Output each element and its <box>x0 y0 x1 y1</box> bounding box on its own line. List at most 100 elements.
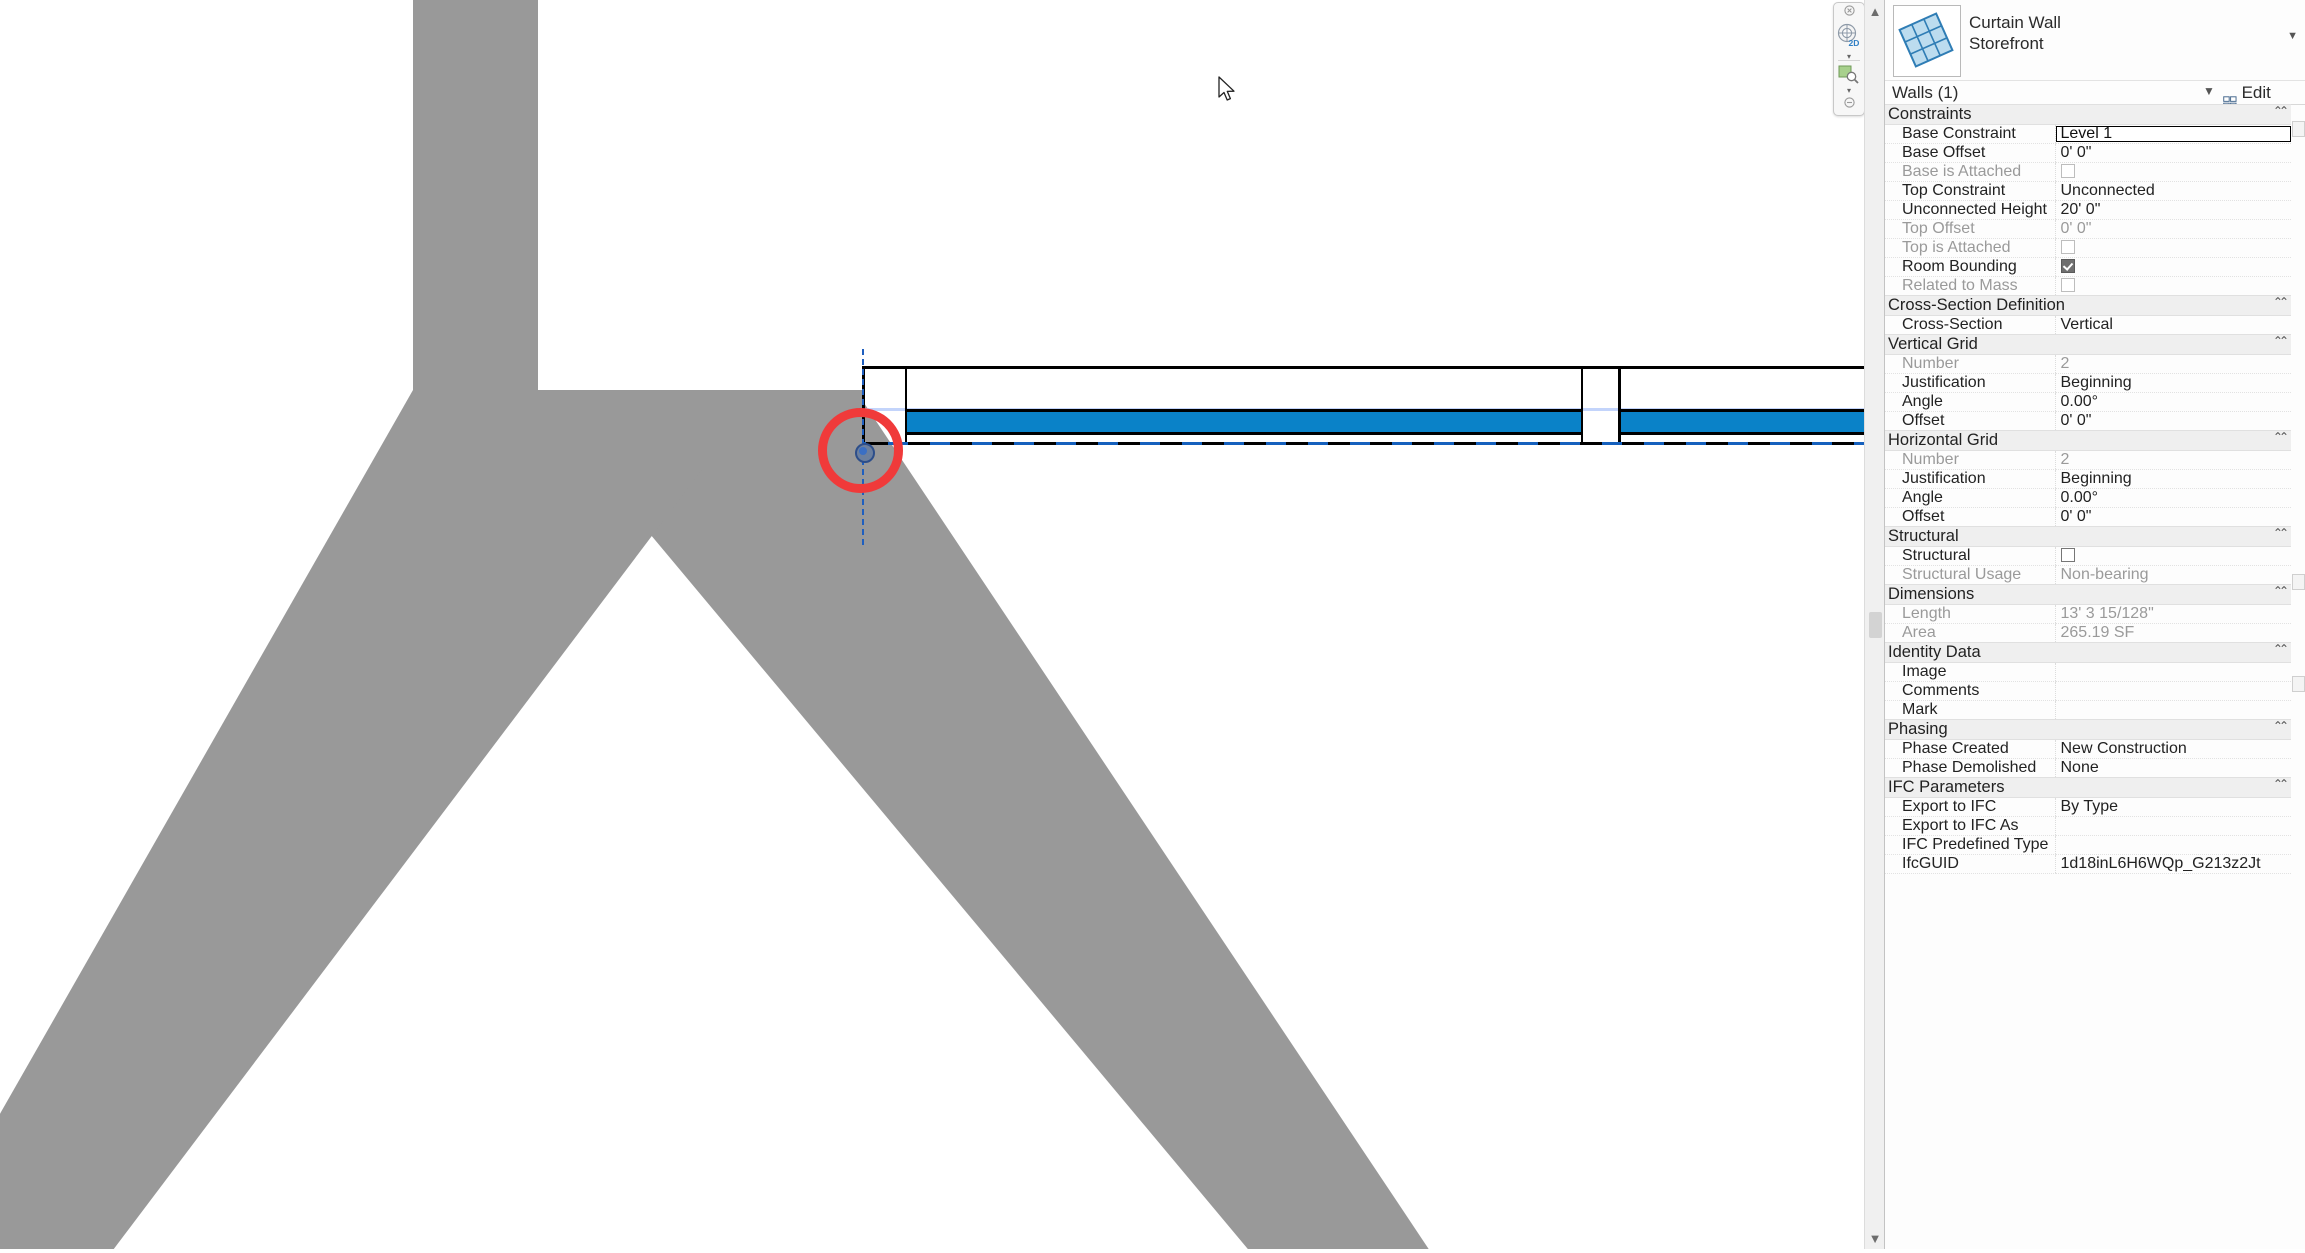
collapse-chevron-icon[interactable]: ⌃⌃ <box>2273 719 2289 733</box>
property-value-related-to-mass[interactable] <box>2054 276 2292 296</box>
checkbox-related-to-mass[interactable] <box>2060 278 2075 292</box>
collapse-chevron-icon[interactable]: ⌃⌃ <box>2273 526 2289 540</box>
property-value-structural[interactable] <box>2054 546 2292 566</box>
property-group-cross-section-definition[interactable]: Cross-Section Definition ⌃⌃ <box>1885 295 2292 316</box>
property-row[interactable]: Top Offset 0' 0" <box>1885 219 2292 239</box>
property-value-top-constraint[interactable]: Unconnected <box>2054 181 2292 201</box>
property-value-angle[interactable]: 0.00° <box>2054 488 2292 508</box>
property-value-top-is-attached[interactable] <box>2054 238 2292 258</box>
property-group-identity-data[interactable]: Identity Data ⌃⌃ <box>1885 642 2292 663</box>
property-row[interactable]: Comments <box>1885 681 2292 701</box>
property-value-offset[interactable]: 0' 0" <box>2054 507 2292 527</box>
property-group-horizontal-grid[interactable]: Horizontal Grid ⌃⌃ <box>1885 430 2292 451</box>
property-row[interactable]: Cross-Section Vertical <box>1885 315 2292 335</box>
property-group-dimensions[interactable]: Dimensions ⌃⌃ <box>1885 584 2292 605</box>
property-value-base-constraint[interactable]: Level 1 <box>2054 124 2292 144</box>
property-value-number[interactable]: 2 <box>2054 354 2292 374</box>
property-row[interactable]: Structural <box>1885 546 2292 566</box>
property-row[interactable]: Base Constraint Level 1 <box>1885 124 2292 144</box>
row-side-button-base-offset[interactable] <box>2292 121 2305 137</box>
property-group-constraints[interactable]: Constraints ⌃⌃ <box>1885 104 2292 125</box>
row-side-button-length[interactable] <box>2292 574 2305 590</box>
zoom-tool-icon[interactable] <box>1834 61 1864 87</box>
properties-type-selector[interactable]: Curtain Wall Storefront ▼ <box>1885 0 2305 81</box>
property-value-unconnected-height[interactable]: 20' 0" <box>2054 200 2292 220</box>
property-row[interactable]: Top Constraint Unconnected <box>1885 181 2292 201</box>
property-value-ifcguid[interactable]: 1d18inL6H6WQp_G213z2Jt <box>2054 854 2292 874</box>
navbar-menu-icon[interactable] <box>1834 94 1864 110</box>
row-side-button-comments[interactable] <box>2292 676 2305 692</box>
collapse-chevron-icon[interactable]: ⌃⌃ <box>2273 430 2289 444</box>
property-row[interactable]: Phase Created New Construction <box>1885 739 2292 759</box>
property-value-top-offset[interactable]: 0' 0" <box>2054 219 2292 239</box>
selection-dropdown-icon[interactable]: ▼ <box>2203 84 2215 98</box>
property-row[interactable]: Angle 0.00° <box>1885 488 2292 508</box>
property-row[interactable]: Number 2 <box>1885 450 2292 470</box>
property-row[interactable]: Justification Beginning <box>1885 373 2292 393</box>
property-row[interactable]: Mark <box>1885 700 2292 720</box>
property-row[interactable]: Top is Attached <box>1885 238 2292 258</box>
property-row[interactable]: IFC Predefined Type <box>1885 835 2292 855</box>
property-row[interactable]: Length 13' 3 15/128" <box>1885 604 2292 624</box>
property-value-justification[interactable]: Beginning <box>2054 469 2292 489</box>
navbar-zoom-dropdown-icon[interactable]: ▾ <box>1834 87 1864 95</box>
property-value-mark[interactable] <box>2054 700 2292 720</box>
property-row[interactable]: Area 265.19 SF <box>1885 623 2292 643</box>
collapse-chevron-icon[interactable]: ⌃⌃ <box>2273 334 2289 348</box>
property-value-phase-demolished[interactable]: None <box>2054 758 2292 778</box>
property-value-export-to-ifc[interactable]: By Type <box>2054 797 2292 817</box>
checkbox-room-bounding[interactable] <box>2060 259 2075 273</box>
value-editor-base-constraint[interactable]: Level 1 <box>2055 125 2292 142</box>
navbar-close-icon[interactable] <box>1834 3 1864 17</box>
checkbox-structural[interactable] <box>2060 548 2075 562</box>
property-row[interactable]: Phase Demolished None <box>1885 758 2292 778</box>
property-row[interactable]: Export to IFC As <box>1885 816 2292 836</box>
property-row[interactable]: Justification Beginning <box>1885 469 2292 489</box>
property-row[interactable]: Export to IFC By Type <box>1885 797 2292 817</box>
property-group-vertical-grid[interactable]: Vertical Grid ⌃⌃ <box>1885 334 2292 355</box>
steering-wheel-2d-icon[interactable]: 2D <box>1834 17 1864 53</box>
property-value-justification[interactable]: Beginning <box>2054 373 2292 393</box>
curtain-wall-plan[interactable] <box>862 366 1865 462</box>
scroll-down-icon[interactable]: ▼ <box>1865 1227 1885 1249</box>
property-value-number[interactable]: 2 <box>2054 450 2292 470</box>
property-value-image[interactable] <box>2054 662 2292 682</box>
collapse-chevron-icon[interactable]: ⌃⌃ <box>2273 295 2289 309</box>
curtain-panel-selected-a[interactable] <box>907 412 1581 432</box>
property-value-export-to-ifc-as[interactable] <box>2054 816 2292 836</box>
property-value-length[interactable]: 13' 3 15/128" <box>2054 604 2292 624</box>
scrollbar-thumb[interactable] <box>1869 612 1882 638</box>
checkbox-top-is-attached[interactable] <box>2060 240 2075 254</box>
navigation-bar[interactable]: 2D ▾ ▾ <box>1833 2 1865 116</box>
property-value-comments[interactable] <box>2054 681 2292 701</box>
property-value-structural-usage[interactable]: Non-bearing <box>2054 565 2292 585</box>
property-value-ifc-predefined-type[interactable] <box>2054 835 2292 855</box>
collapse-chevron-icon[interactable]: ⌃⌃ <box>2273 104 2289 118</box>
property-value-base-is-attached[interactable] <box>2054 162 2292 182</box>
property-value-offset[interactable]: 0' 0" <box>2054 411 2292 431</box>
property-value-room-bounding[interactable] <box>2054 257 2292 277</box>
property-row[interactable]: Room Bounding <box>1885 257 2292 277</box>
property-value-angle[interactable]: 0.00° <box>2054 392 2292 412</box>
property-value-phase-created[interactable]: New Construction <box>2054 739 2292 759</box>
property-row[interactable]: Offset 0' 0" <box>1885 507 2292 527</box>
curtain-panel-selected-b[interactable] <box>1621 412 1865 432</box>
property-row[interactable]: Angle 0.00° <box>1885 392 2292 412</box>
collapse-chevron-icon[interactable]: ⌃⌃ <box>2273 584 2289 598</box>
property-row[interactable]: IfcGUID 1d18inL6H6WQp_G213z2Jt <box>1885 854 2292 874</box>
property-row[interactable]: Base is Attached <box>1885 162 2292 182</box>
properties-grid[interactable]: Constraints ⌃⌃ Base Constraint Level 1 Base … <box>1885 104 2305 1229</box>
property-row[interactable]: Unconnected Height 20' 0" <box>1885 200 2292 220</box>
property-row[interactable]: Structural Usage Non-bearing <box>1885 565 2292 585</box>
property-row[interactable]: Related to Mass <box>1885 276 2292 296</box>
property-value-cross-section[interactable]: Vertical <box>2054 315 2292 335</box>
scroll-up-icon[interactable]: ▲ <box>1865 0 1885 22</box>
type-selector-dropdown-icon[interactable]: ▼ <box>2287 30 2298 42</box>
property-group-phasing[interactable]: Phasing ⌃⌃ <box>1885 719 2292 740</box>
property-row[interactable]: Base Offset 0' 0" <box>1885 143 2292 163</box>
property-row[interactable]: Offset 0' 0" <box>1885 411 2292 431</box>
property-group-ifc-parameters[interactable]: IFC Parameters ⌃⌃ <box>1885 777 2292 798</box>
property-group-structural[interactable]: Structural ⌃⌃ <box>1885 526 2292 547</box>
collapse-chevron-icon[interactable]: ⌃⌃ <box>2273 777 2289 791</box>
canvas-vertical-scrollbar[interactable]: ▲ ▼ <box>1864 0 1885 1249</box>
